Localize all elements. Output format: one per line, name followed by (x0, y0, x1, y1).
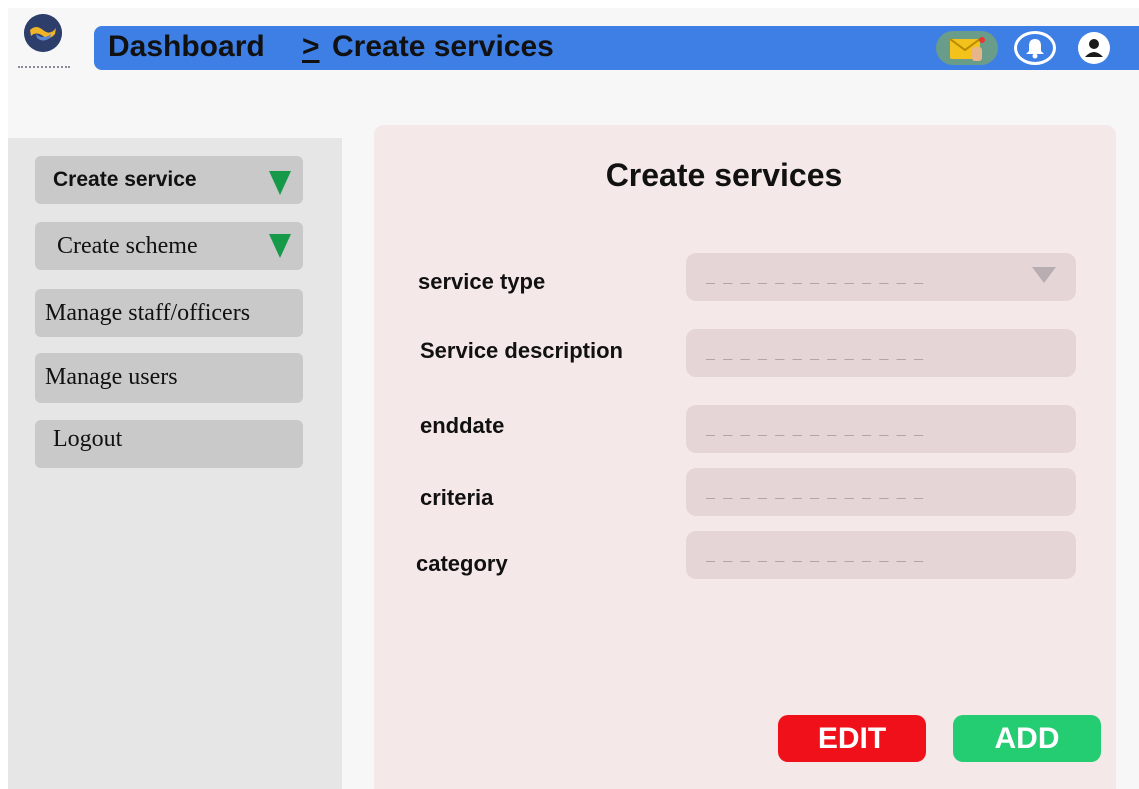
sidebar-item-label: Create scheme (57, 232, 198, 259)
user-profile-icon[interactable] (1075, 31, 1113, 65)
category-input[interactable] (686, 531, 1076, 579)
sidebar-item-label: Logout (53, 426, 123, 452)
service-description-label: Service description (420, 338, 623, 363)
enddate-label: enddate (420, 413, 505, 438)
sidebar-item-label: Manage staff/officers (45, 299, 251, 326)
sidebar-item-create-scheme[interactable]: Create scheme (35, 222, 303, 270)
category-label: category (416, 551, 508, 576)
top-navigation-bar: Dashboard > Create services (94, 26, 1139, 70)
criteria-label: criteria (420, 485, 494, 510)
enddate-field[interactable] (686, 405, 1076, 453)
sidebar-item-create-service[interactable]: Create service (35, 156, 303, 204)
chevron-down-icon[interactable] (1032, 267, 1056, 283)
service-type-label: service type (418, 269, 546, 294)
app-logo[interactable] (18, 14, 70, 78)
dropdown-triangle-icon (269, 171, 291, 195)
dropdown-triangle-icon (269, 234, 291, 258)
sidebar-item-label: Manage users (45, 363, 178, 390)
page-title: Create services (605, 157, 843, 193)
edit-button[interactable]: EDIT (778, 715, 926, 762)
logo-caption (18, 66, 70, 70)
service-description-field[interactable] (686, 329, 1076, 377)
breadcrumb-separator: > (302, 30, 320, 63)
category-field[interactable] (686, 531, 1076, 579)
enddate-input[interactable] (686, 405, 1076, 453)
create-services-panel: Create services service type Service des… (374, 125, 1116, 789)
sidebar-item-logout[interactable]: Logout (35, 420, 303, 468)
sidebar-item-manage-users[interactable]: Manage users (35, 353, 303, 403)
breadcrumb-dashboard[interactable]: Dashboard (108, 30, 265, 64)
mail-icon[interactable] (936, 31, 998, 65)
service-type-input[interactable] (686, 253, 1076, 301)
sidebar-item-label: Create service (53, 168, 197, 191)
service-description-input[interactable] (686, 329, 1076, 377)
service-type-select[interactable] (686, 253, 1076, 301)
criteria-field[interactable] (686, 468, 1076, 516)
add-button[interactable]: ADD (953, 715, 1101, 762)
criteria-input[interactable] (686, 468, 1076, 516)
logo-emblem-icon (24, 14, 62, 52)
bell-icon[interactable] (1014, 31, 1056, 65)
breadcrumb-current: Create services (332, 30, 554, 63)
sidebar-item-manage-staff[interactable]: Manage staff/officers (35, 289, 303, 337)
